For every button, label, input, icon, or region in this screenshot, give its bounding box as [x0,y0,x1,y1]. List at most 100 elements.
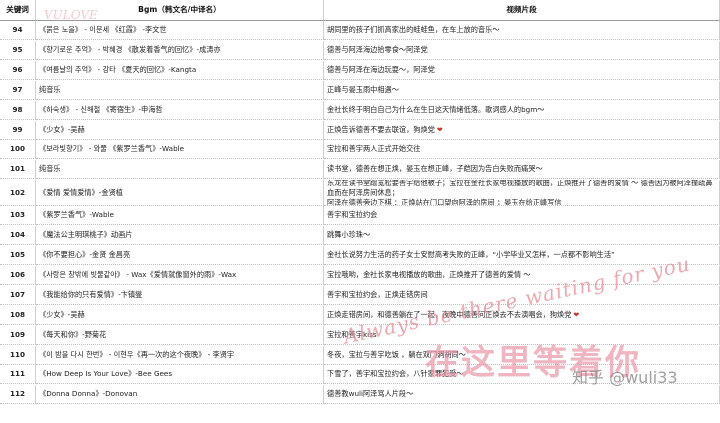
row-bgm: 纯音乐 [36,160,324,180]
row-scene: 善宇和宝拉约会 [324,206,720,226]
row-keyword: 109 [0,325,36,345]
row-keyword: 105 [0,246,36,265]
table-row: 109 《每天和你》-野菊花 宝拉和善宇kiss [0,325,720,345]
row-scene: 正焕走错房间，和德善躺在了一起，夜晚中德善问正焕去不去演唱会，狗焕党 ❤ [324,305,720,325]
row-bgm: 《이 밤을 다시 한번》 - 이현우《再一次的这个夜晚》 - 李贤宇 [36,345,324,365]
row-scene: 宝拉和善宇两人正式开始交往 [324,140,720,160]
row-keyword: 111 [0,365,36,385]
table-row: 95 《향기로운 추억》 - 박혜경 《散发着香气的回忆》-成涛亦 德善与阿泽海边拾… [0,40,720,60]
header-keyword: 关键词 [0,0,36,21]
row-scene: 读书堂，德善在想正焕，晏玉在想正峰，子皑因为告白失败而痛哭～ [324,160,720,180]
table-row: 99 《少女》-吴赫 正焕告诉德善不要去联谊，狗焕党 ❤ [0,120,720,140]
scene-text: 宝拉和善宇两人正式开始交往 [327,144,421,154]
row-scene: 德善与阿泽海边拾零食～阿泽党 [324,40,720,60]
table-row: 103 《紫罗兰香气》-Wable 善宇和宝拉约会 [0,206,720,226]
table-row: 97 纯音乐 正峰与晏玉雨中相遇～ [0,80,720,100]
scene-text: 宝拉和善宇kiss [327,329,377,339]
table-row: 102 《爱情 爱情爱情》-金贤植 东龙在读书堂蹭宽松要善宇给他被子；宝拉在金社长家… [0,180,720,207]
scene-text: 金社长终于明白自己为什么在生日这天情绪低落。歌词感人的bgm～ [327,104,545,114]
row-scene: 宝拉哦哟，金社长家电视播放的歌曲，正焕推开了德善的爱情 ～ [324,265,720,285]
row-keyword: 103 [0,206,36,226]
scene-line: 阿泽在德善旁边下棋 ：正焕站在门口望向阿泽的房间 ；晏玉在给正峰写信 [327,197,562,207]
row-bgm: 《향기로운 추억》 - 박혜경 《散发着香气的回忆》-成涛亦 [36,40,324,60]
table-row: 100 《보라빛향기》 - 와쭐 《紫罗兰香气》-Wable 宝拉和善宇两人正式开始… [0,140,720,160]
header-scene: 视频片段 [324,0,720,21]
scene-text: 跳舞小珍珠～ [327,230,371,240]
table-row: 111 《How Deep Is Your Love》-Bee Gees 下雪了，善… [0,365,720,385]
scene-text: 金社长说努力生活的药子女士安慰高考失败的正峰，“小学毕业又怎样，一点都不影响生活… [327,250,615,259]
row-keyword: 97 [0,80,36,100]
row-bgm: 《少女》-吴赫 [36,120,324,140]
table-row: 98 《하숙생》 - 신해철 《寄宿生》-申海哲 金社长终于明白自己为什么在生日这天… [0,100,720,120]
row-scene: 金社长说努力生活的药子女士安慰高考失败的正峰，“小学毕业又怎样，一点都不影响生活… [324,246,720,265]
row-keyword: 107 [0,285,36,305]
scene-text: 德善与阿泽在海边玩耍～，阿泽党 [327,64,435,74]
row-bgm: 《How Deep Is Your Love》-Bee Gees [36,365,324,385]
row-bgm: 《여름날의 추억》 - 강타 《夏天的回忆》-Kangta [36,60,324,80]
row-bgm: 《我能给你的只有爱情》-卞镇燮 [36,285,324,305]
row-bgm: 《魔法公主明琪桃子》动画片 [36,226,324,246]
heart-icon: ❤ [436,125,443,134]
row-scene: 德善教wuli阿泽骂人片段～ [324,385,720,405]
row-bgm: 《爱情 爱情爱情》-金贤植 [36,180,324,207]
scene-text: 冬夜，宝拉与善宇吃饭 ，躺在双门洞胡同～ [327,349,466,359]
row-bgm: 《紫罗兰香气》-Wable [36,206,324,226]
table-row: 106 《사랑은 창밖에 빗물같아》 - Wax《爱情就像窗外的雨》-Wax 宝拉哦… [0,265,720,285]
scene-text: 宝拉哦哟，金社长家电视播放的歌曲，正焕推开了德善的爱情 ～ [327,269,531,279]
row-keyword: 106 [0,265,36,285]
row-bgm: 《하숙생》 - 신해철 《寄宿生》-申海哲 [36,100,324,120]
row-scene: 下雪了，善宇和宝拉约会，八针家罪犯受～ [324,365,720,385]
table-row: 105 《你不要担心》-金贤 金昌亮 金社长说努力生活的药子女士安慰高考失败的正峰，… [0,246,720,265]
row-bgm: 《사랑은 창밖에 빗물같아》 - Wax《爱情就像窗外的雨》-Wax [36,265,324,285]
row-bgm: 《你不要担心》-金贤 金昌亮 [36,246,324,265]
row-keyword: 99 [0,120,36,140]
scene-text: 正焕告诉德善不要去联谊，狗焕党 [327,124,435,134]
heart-icon: ❤ [573,310,580,319]
scene-text: 正峰与晏玉雨中相遇～ [327,84,399,94]
scene-line: 东龙在读书堂蹭宽松要善宇给他被子；宝拉在金社长家电视播放的歌曲，正焕推开了德善的… [327,180,713,197]
row-bgm: 《少女》-吴赫 [36,305,324,325]
scene-text: 德善与阿泽海边拾零食～阿泽党 [327,44,428,54]
table-row: 101 纯音乐 读书堂，德善在想正焕，晏玉在想正峰，子皑因为告白失败而痛哭～ [0,160,720,180]
row-keyword: 101 [0,160,36,180]
scene-text: 读书堂，德善在想正焕，晏玉在想正峰，子皑因为告白失败而痛哭～ [327,164,543,174]
row-scene: 德善与阿泽在海边玩耍～，阿泽党 [324,60,720,80]
row-keyword: 95 [0,40,36,60]
table-row: 107 《我能给你的只有爱情》-卞镇燮 善宇和宝拉约会，正焕走错房间 [0,285,720,305]
scene-text: 下雪了，善宇和宝拉约会，八针家罪犯受～ [327,369,464,379]
row-keyword: 98 [0,100,36,120]
row-scene: 正焕告诉德善不要去联谊，狗焕党 ❤ [324,120,720,140]
table-row: 110 《이 밤을 다시 한번》 - 이현우《再一次的这个夜晚》 - 李贤宇 冬夜，… [0,345,720,365]
table-row: 104 《魔法公主明琪桃子》动画片 跳舞小珍珠～ [0,226,720,246]
table-row: 96 《여름날의 추억》 - 강타 《夏天的回忆》-Kangta 德善与阿泽在海边玩… [0,60,720,80]
row-scene: 冬夜，宝拉与善宇吃饭 ，躺在双门洞胡同～ [324,345,720,365]
table-row: 112 《Donna Donna》-Donovan 德善教wuli阿泽骂人片段～ [0,385,720,405]
row-keyword: 94 [0,21,36,40]
row-keyword: 104 [0,226,36,246]
scene-text: 正焕走错房间，和德善躺在了一起，夜晚中德善问正焕去不去演唱会，狗焕党 [327,309,572,319]
header-bgm: Bgm（韩文名/中译名） [36,0,324,21]
row-scene: 胡同里的孩子们抓高家出的蛙蛙鱼，在车上放的音乐～ [324,21,720,40]
row-scene: 善宇和宝拉约会，正焕走错房间 [324,285,720,305]
table-row: 94 《붉은 노을》 - 이문세 《红霞》 -李文世 胡同里的孩子们抓高家出的蛙蛙鱼… [0,21,720,40]
scene-text: 胡同里的孩子们抓高家出的蛙蛙鱼，在车上放的音乐～ [327,25,500,34]
row-scene: 宝拉和善宇kiss [324,325,720,345]
row-scene: 正峰与晏玉雨中相遇～ [324,80,720,100]
row-keyword: 108 [0,305,36,325]
row-keyword: 102 [0,180,36,207]
scene-text: 德善教wuli阿泽骂人片段～ [327,389,414,399]
row-scene: 金社长终于明白自己为什么在生日这天情绪低落。歌词感人的bgm～ [324,100,720,120]
row-keyword: 100 [0,140,36,160]
scene-text: 善宇和宝拉约会，正焕走错房间 [327,289,428,299]
row-keyword: 96 [0,60,36,80]
row-scene: 跳舞小珍珠～ [324,226,720,246]
row-bgm: 《붉은 노을》 - 이문세 《红霞》 -李文世 [36,21,324,40]
row-bgm: 纯音乐 [36,80,324,100]
row-bgm: 《보라빛향기》 - 와쭐 《紫罗兰香气》-Wable [36,140,324,160]
row-keyword: 110 [0,345,36,365]
table-row: 108 《少女》-吴赫 正焕走错房间，和德善躺在了一起，夜晚中德善问正焕去不去演唱会… [0,305,720,325]
row-bgm: 《每天和你》-野菊花 [36,325,324,345]
row-scene: 东龙在读书堂蹭宽松要善宇给他被子；宝拉在金社长家电视播放的歌曲，正焕推开了德善的… [324,180,720,207]
header-row: 关键词 Bgm（韩文名/中译名） 视频片段 [0,0,720,21]
row-keyword: 112 [0,385,36,405]
